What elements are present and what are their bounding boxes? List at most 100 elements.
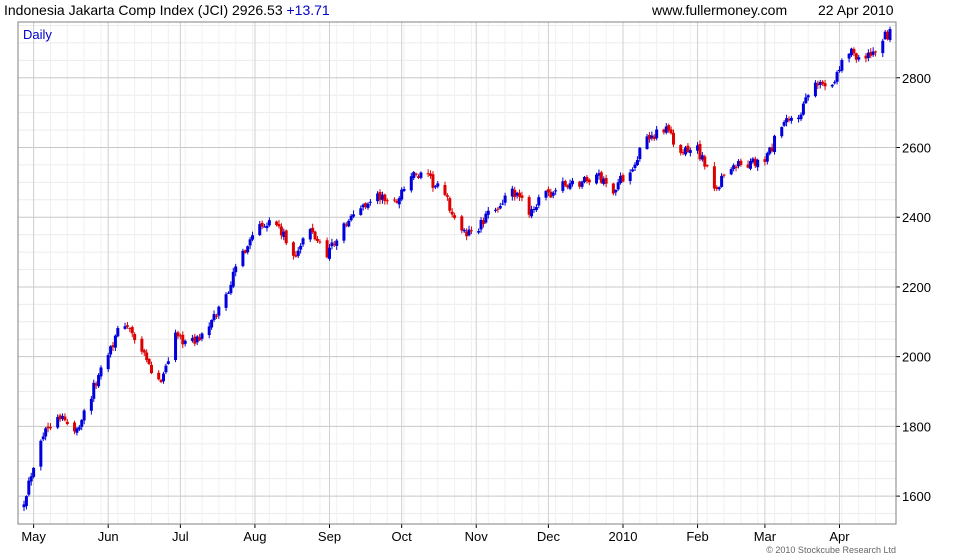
candle-up xyxy=(655,129,659,139)
candle-down xyxy=(392,199,396,201)
candle-up xyxy=(631,169,635,172)
candle-down xyxy=(133,333,137,341)
candle-up xyxy=(503,195,507,203)
candle-down xyxy=(823,83,827,87)
candle-down xyxy=(722,174,726,176)
candle-down xyxy=(679,144,683,153)
candle-up xyxy=(32,467,36,477)
candle-up xyxy=(328,247,332,259)
candle-up xyxy=(352,214,356,217)
candle-down xyxy=(453,215,457,218)
y-tick-label: 2200 xyxy=(902,280,931,295)
candle-up xyxy=(537,197,541,206)
candle-up xyxy=(616,182,620,190)
candle-up xyxy=(162,373,166,382)
candle-up xyxy=(534,207,538,211)
candle-up xyxy=(570,180,574,185)
candle-up xyxy=(717,187,721,190)
candle-down xyxy=(260,222,264,227)
candle-up xyxy=(77,427,81,430)
candle-up xyxy=(688,150,692,153)
candle-up xyxy=(486,210,490,215)
x-tick-label: Apr xyxy=(829,529,850,544)
x-tick-label: Oct xyxy=(392,529,413,544)
candle-up xyxy=(301,238,305,245)
copyright-credit: © 2010 Stockcube Research Ltd xyxy=(766,545,896,555)
candle-up xyxy=(89,398,93,411)
candle-up xyxy=(41,436,45,440)
candle-down xyxy=(385,200,389,202)
candle-up xyxy=(248,239,252,246)
candle-down xyxy=(157,372,161,380)
candle-up xyxy=(106,355,110,370)
candle-down xyxy=(318,241,322,243)
candle-down xyxy=(712,166,716,189)
x-tick-label: Mar xyxy=(754,529,777,544)
candle-up xyxy=(366,203,370,208)
x-tick-label: Nov xyxy=(465,529,489,544)
candle-down xyxy=(313,231,317,240)
candle-up xyxy=(335,240,339,246)
candle-up xyxy=(833,82,837,84)
candle-down xyxy=(604,178,608,184)
candle-up xyxy=(614,190,618,193)
candle-down xyxy=(383,194,387,202)
candle-down xyxy=(443,184,447,195)
candle-up xyxy=(756,159,760,168)
candle-up xyxy=(498,205,502,209)
candle-down xyxy=(705,165,709,167)
candle-up xyxy=(835,72,839,82)
candle-up xyxy=(765,153,769,162)
price-chart: 1600 1800 2000 2200 2400 2600 2800 May Jun Jul Aug… xyxy=(17,21,931,544)
candle-down xyxy=(130,327,134,334)
candle-down xyxy=(672,132,675,145)
candle-up xyxy=(212,314,216,321)
candle-up xyxy=(241,250,245,267)
candle-up xyxy=(200,333,204,339)
candle-up xyxy=(729,169,733,175)
candle-down xyxy=(520,195,524,198)
x-tick-label: May xyxy=(21,529,46,544)
candle-down xyxy=(450,211,454,215)
candle-up xyxy=(409,176,413,191)
candle-down xyxy=(460,216,464,231)
candle-up xyxy=(44,428,48,437)
candle-up xyxy=(799,114,803,120)
candle-up xyxy=(484,213,488,223)
candle-up xyxy=(210,320,214,328)
candle-up xyxy=(27,480,31,495)
candle-up xyxy=(748,161,752,169)
candle-up xyxy=(207,326,211,336)
candle-down xyxy=(669,129,673,134)
candle-up xyxy=(29,476,33,482)
candle-down xyxy=(431,174,435,188)
candle-up xyxy=(299,245,303,250)
candle-up xyxy=(530,209,534,217)
candle-up xyxy=(501,203,505,205)
candle-down xyxy=(734,166,738,168)
x-tick-label: Jun xyxy=(98,529,119,544)
plot-frame xyxy=(17,21,897,525)
candle-up xyxy=(830,84,834,87)
candle-down xyxy=(414,173,418,175)
y-tick-label: 2600 xyxy=(902,141,931,156)
candle-up xyxy=(82,410,86,421)
candle-up xyxy=(267,220,271,226)
x-tick-label: Aug xyxy=(243,529,266,544)
candle-up xyxy=(402,188,406,191)
candle-up xyxy=(217,306,221,316)
candle-down xyxy=(448,198,452,211)
x-tick-label: 2010 xyxy=(609,529,638,544)
candle-up xyxy=(109,346,113,355)
candle-up xyxy=(342,223,346,241)
candle-up xyxy=(183,340,187,344)
candle-up xyxy=(412,172,416,178)
candle-up xyxy=(24,496,28,507)
candle-up xyxy=(633,164,637,168)
candle-up xyxy=(840,60,844,71)
candle-up xyxy=(477,230,481,233)
candle-down xyxy=(65,421,69,425)
candle-down xyxy=(214,315,218,317)
candle-down xyxy=(140,338,144,352)
y-tick-label: 1800 xyxy=(902,419,931,434)
